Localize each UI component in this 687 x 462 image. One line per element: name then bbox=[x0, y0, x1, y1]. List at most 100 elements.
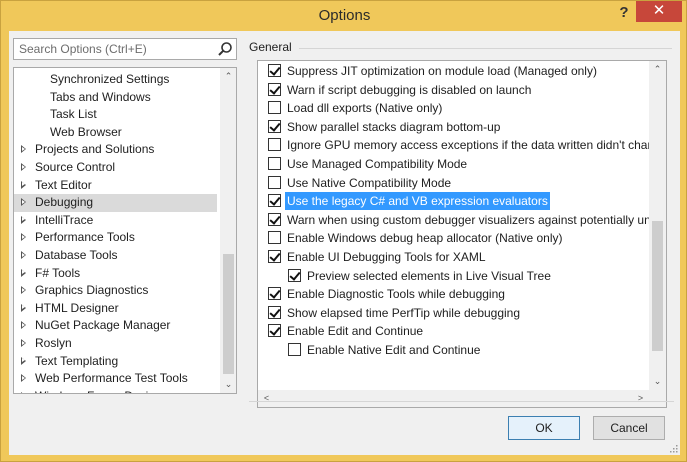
search-icon[interactable] bbox=[217, 41, 233, 57]
search-input[interactable] bbox=[14, 39, 210, 59]
tree-item[interactable]: Source Control bbox=[14, 159, 217, 177]
option-label: Enable Windows debug heap allocator (Nat… bbox=[287, 231, 563, 246]
tree-item[interactable]: F# Tools bbox=[14, 265, 217, 283]
option-row[interactable]: Enable Diagnostic Tools while debugging bbox=[258, 285, 648, 304]
tree-item-label: F# Tools bbox=[35, 265, 81, 280]
option-checkbox[interactable] bbox=[268, 324, 281, 338]
tree-item-label: Web Browser bbox=[50, 124, 122, 139]
tree-item[interactable]: Task List bbox=[14, 106, 217, 124]
option-checkbox[interactable] bbox=[268, 157, 281, 170]
option-row[interactable]: Enable Edit and Continue bbox=[258, 322, 648, 341]
option-row[interactable]: Suppress JIT optimization on module load… bbox=[258, 62, 648, 81]
options-scroll-right-button[interactable]: > bbox=[632, 390, 649, 407]
option-row[interactable]: Show elapsed time PerfTip while debuggin… bbox=[258, 304, 648, 323]
options-vertical-scrollbar[interactable]: ⌃ ⌄ bbox=[649, 61, 666, 390]
option-checkbox[interactable] bbox=[268, 287, 281, 301]
option-row[interactable]: Use the legacy C# and VB expression eval… bbox=[258, 192, 648, 211]
option-checkbox[interactable] bbox=[268, 119, 281, 133]
options-horizontal-scrollbar[interactable]: < > bbox=[258, 390, 649, 407]
option-checkbox[interactable] bbox=[268, 194, 281, 208]
cancel-button[interactable]: Cancel bbox=[593, 416, 665, 440]
expand-triangle-fill bbox=[22, 164, 25, 169]
tree-scroll-thumb[interactable] bbox=[223, 254, 234, 374]
option-checkbox[interactable] bbox=[268, 231, 281, 245]
option-row[interactable]: Enable Windows debug heap allocator (Nat… bbox=[258, 229, 648, 248]
option-row[interactable]: Enable Native Edit and Continue bbox=[258, 341, 648, 360]
option-checkbox[interactable] bbox=[268, 101, 281, 115]
tree-item[interactable]: IntelliTrace bbox=[14, 212, 217, 230]
option-row[interactable]: Preview selected elements in Live Visual… bbox=[258, 267, 648, 286]
tree-item-label: Projects and Solutions bbox=[35, 142, 155, 157]
general-options-list[interactable]: Enable Native Edit and Continue Enable Ed… bbox=[257, 60, 667, 408]
tree-item-label: Debugging bbox=[35, 195, 94, 210]
expand-triangle-fill bbox=[22, 270, 25, 275]
tree-item-label: Database Tools bbox=[35, 248, 118, 262]
option-row[interactable]: Use Native Compatibility Mode bbox=[258, 174, 648, 193]
tree-item[interactable]: Windows Forms Designer bbox=[14, 388, 217, 393]
options-scroll-left-button[interactable]: < bbox=[258, 390, 275, 407]
tree-item-label: Graphics Diagnostics bbox=[35, 283, 149, 298]
tree-item[interactable]: Web Browser bbox=[14, 124, 217, 142]
tree-item-label: Source Control bbox=[35, 160, 116, 174]
search-box[interactable] bbox=[13, 38, 237, 60]
expand-triangle-fill bbox=[22, 146, 25, 151]
title-bar[interactable]: Options ? ✕ bbox=[1, 1, 687, 31]
option-row[interactable]: Warn when using custom debugger visualiz… bbox=[258, 211, 657, 230]
expand-triangle-fill bbox=[22, 234, 25, 239]
tree-item[interactable]: Text Editor bbox=[14, 177, 217, 195]
tree-item-label: Tabs and Windows bbox=[50, 89, 151, 104]
help-button[interactable]: ? bbox=[613, 3, 635, 25]
tree-item[interactable]: Text Templating bbox=[14, 353, 217, 371]
tree-item[interactable]: Synchronized Settings bbox=[14, 71, 217, 89]
option-label: Show parallel stacks diagram bottom-up bbox=[287, 119, 501, 134]
tree-item[interactable]: Graphics Diagnostics bbox=[14, 282, 217, 300]
options-tree[interactable]: Windows Forms Designer Web Performance Te… bbox=[13, 67, 237, 394]
expand-triangle-fill bbox=[22, 182, 25, 187]
section-divider bbox=[299, 48, 672, 49]
tree-item-label: Windows Forms Designer bbox=[35, 389, 172, 393]
tree-item-label: HTML Designer bbox=[35, 300, 119, 315]
expand-triangle-fill bbox=[22, 322, 25, 327]
option-checkbox[interactable] bbox=[268, 305, 281, 319]
options-scroll-down-button[interactable]: ⌄ bbox=[649, 373, 666, 390]
tree-item[interactable]: NuGet Package Manager bbox=[14, 317, 217, 335]
tree-item-label: IntelliTrace bbox=[35, 212, 94, 227]
option-checkbox[interactable] bbox=[268, 64, 281, 77]
tree-scroll-up-button[interactable]: ⌃ bbox=[220, 68, 236, 85]
ok-button[interactable]: OK bbox=[508, 416, 580, 440]
option-label: Suppress JIT optimization on module load… bbox=[287, 64, 597, 78]
option-row[interactable]: Show parallel stacks diagram bottom-up bbox=[258, 118, 648, 137]
tree-item[interactable]: Database Tools bbox=[14, 247, 217, 265]
option-row[interactable]: Load dll exports (Native only) bbox=[258, 99, 648, 118]
expand-triangle-fill bbox=[22, 340, 25, 345]
tree-item[interactable]: Debugging bbox=[14, 194, 217, 212]
tree-scroll-down-button[interactable]: ⌄ bbox=[220, 376, 236, 393]
options-scroll-thumb[interactable] bbox=[652, 221, 663, 351]
tree-item[interactable]: Web Performance Test Tools bbox=[14, 370, 217, 388]
tree-item[interactable]: Tabs and Windows bbox=[14, 89, 217, 107]
option-checkbox[interactable] bbox=[268, 82, 281, 96]
option-checkbox[interactable] bbox=[268, 212, 281, 226]
resize-grip-icon[interactable] bbox=[668, 443, 678, 453]
section-label-general: General bbox=[249, 40, 292, 54]
option-label: Enable Edit and Continue bbox=[287, 324, 424, 339]
tree-scrollbar[interactable]: ⌃ ⌄ bbox=[220, 68, 236, 393]
window-title: Options bbox=[318, 7, 371, 24]
tree-item[interactable]: Roslyn bbox=[14, 335, 217, 353]
expand-triangle-fill bbox=[22, 252, 25, 257]
option-row[interactable]: Ignore GPU memory access exceptions if t… bbox=[258, 136, 654, 155]
option-checkbox[interactable] bbox=[268, 175, 281, 189]
option-row[interactable]: Warn if script debugging is disabled on … bbox=[258, 81, 648, 100]
expand-triangle-fill bbox=[22, 199, 25, 204]
tree-item[interactable]: Performance Tools bbox=[14, 229, 217, 247]
option-checkbox[interactable] bbox=[268, 138, 281, 152]
option-checkbox[interactable] bbox=[268, 250, 281, 263]
option-checkbox[interactable] bbox=[288, 268, 301, 282]
tree-item[interactable]: Projects and Solutions bbox=[14, 141, 217, 159]
options-scroll-up-button[interactable]: ⌃ bbox=[649, 61, 666, 78]
close-button[interactable]: ✕ bbox=[636, 1, 682, 22]
tree-item[interactable]: HTML Designer bbox=[14, 300, 217, 318]
option-row[interactable]: Use Managed Compatibility Mode bbox=[258, 155, 648, 174]
option-checkbox[interactable] bbox=[288, 343, 301, 356]
option-row[interactable]: Enable UI Debugging Tools for XAML bbox=[258, 248, 648, 267]
